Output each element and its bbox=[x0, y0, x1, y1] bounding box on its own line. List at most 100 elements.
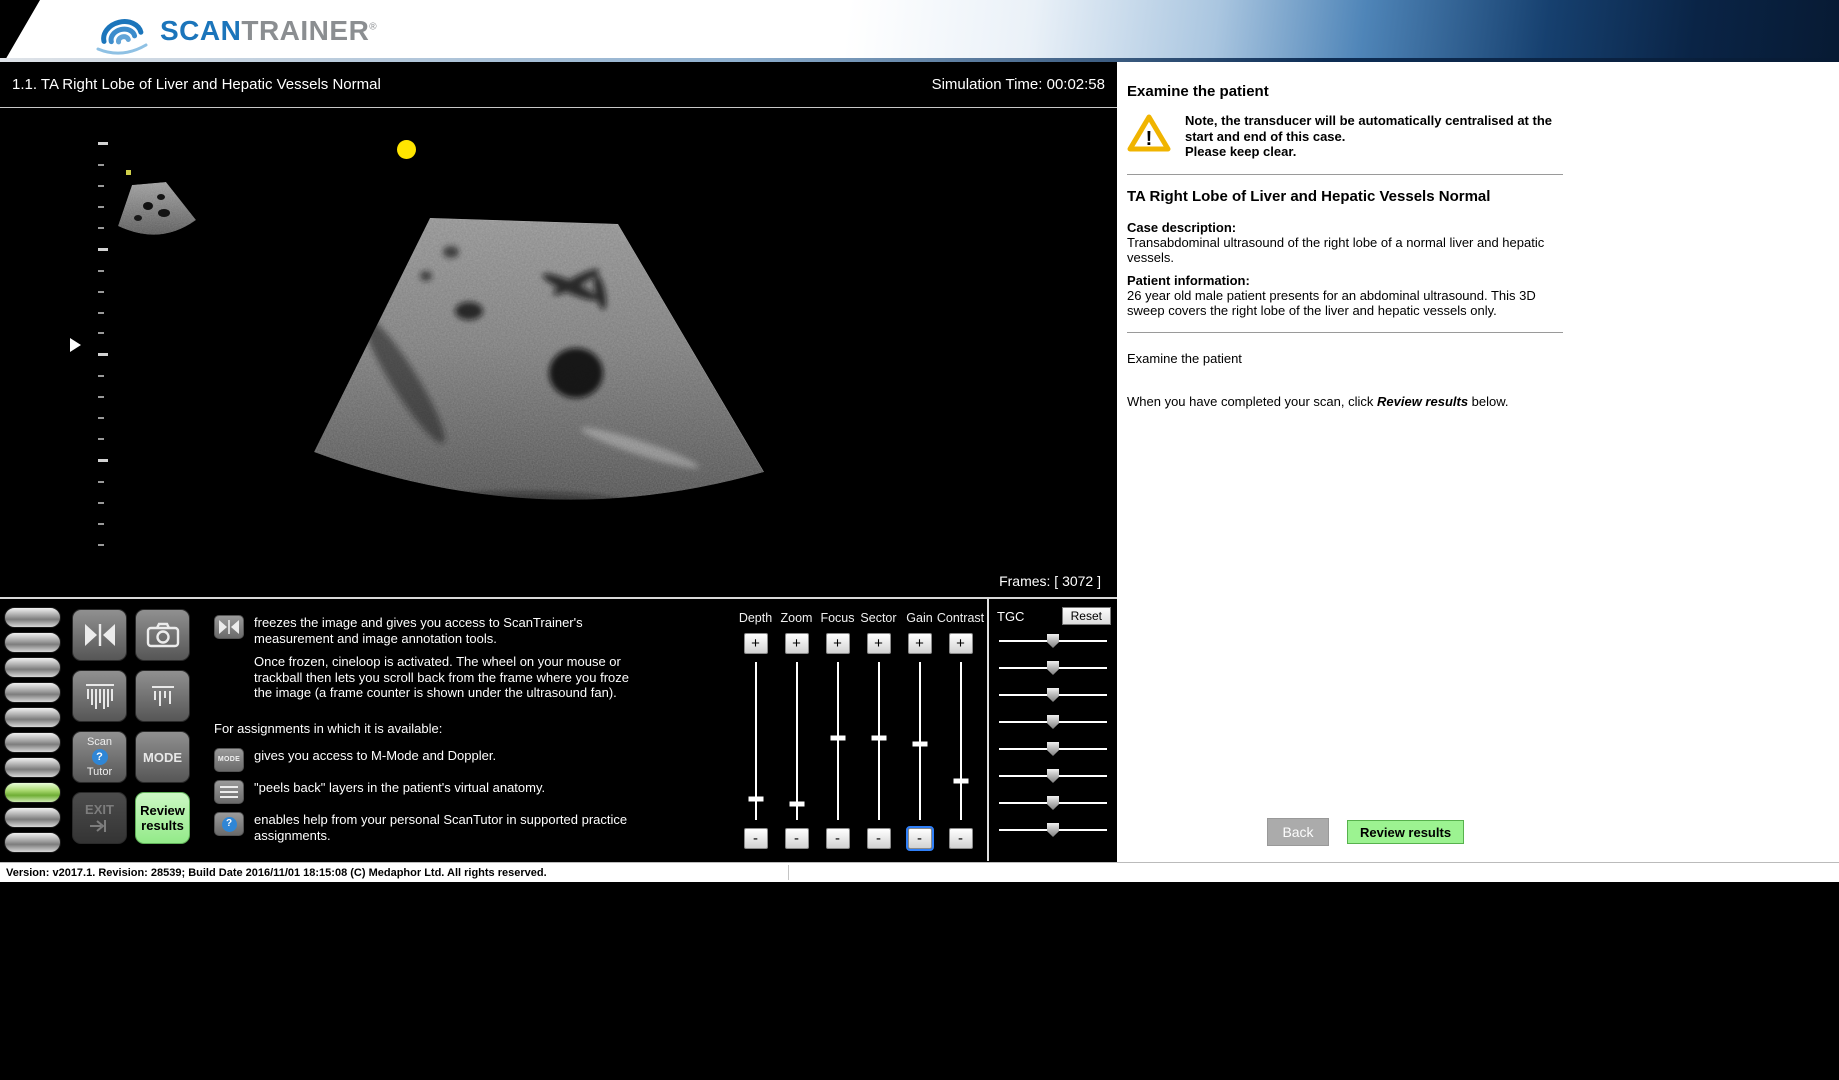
case-titlebar: 1.1. TA Right Lobe of Liver and Hepatic … bbox=[0, 62, 1117, 108]
ruler-tick bbox=[98, 142, 108, 145]
pill-slider[interactable] bbox=[4, 832, 61, 853]
ultrasound-viewport[interactable]: Frames: [ 3072 ] bbox=[0, 108, 1117, 597]
pill-slider[interactable] bbox=[4, 657, 61, 678]
status-bar: Version: v2017.1. Revision: 28539; Build… bbox=[0, 862, 1839, 882]
slider-label: Gain bbox=[906, 611, 932, 627]
layers-trace-button[interactable] bbox=[135, 670, 190, 722]
ruler-tick bbox=[98, 396, 104, 398]
slider-track[interactable] bbox=[871, 662, 886, 820]
freeze-button[interactable] bbox=[72, 609, 127, 661]
tgc-track[interactable] bbox=[999, 829, 1107, 831]
ultrasound-image[interactable] bbox=[308, 210, 770, 542]
tgc-rows bbox=[997, 627, 1111, 843]
tgc-reset-button[interactable]: Reset bbox=[1062, 607, 1111, 625]
exit-button[interactable]: EXIT bbox=[72, 792, 127, 844]
slider-thumb[interactable] bbox=[789, 802, 804, 807]
tutor-help-text: enables help from your personal ScanTuto… bbox=[254, 812, 629, 843]
tgc-thumb[interactable] bbox=[1047, 715, 1059, 729]
pill-slider[interactable] bbox=[4, 732, 61, 753]
pill-slider[interactable] bbox=[4, 707, 61, 728]
statusbar-divider bbox=[788, 865, 789, 880]
slider-thumb[interactable] bbox=[748, 797, 763, 802]
tgc-thumb[interactable] bbox=[1047, 634, 1059, 648]
svg-text:!: ! bbox=[1146, 128, 1153, 150]
mode-icon-label: MODE bbox=[218, 752, 240, 768]
slider-plus-button[interactable]: + bbox=[908, 633, 932, 654]
ruler-tick bbox=[98, 185, 104, 187]
header-corner bbox=[0, 0, 40, 62]
review-results-sidebar-button[interactable]: Review results bbox=[1347, 820, 1464, 844]
tgc-track[interactable] bbox=[999, 721, 1107, 723]
probe-indicator-dot[interactable] bbox=[397, 140, 416, 159]
slider-minus-button[interactable]: - bbox=[867, 828, 891, 849]
slider-track[interactable] bbox=[830, 662, 845, 820]
mode-button[interactable]: MODE bbox=[135, 731, 190, 783]
tgc-track[interactable] bbox=[999, 667, 1107, 669]
ruler-tick bbox=[98, 332, 104, 334]
case-title: 1.1. TA Right Lobe of Liver and Hepatic … bbox=[12, 76, 381, 93]
frames-counter: Frames: [ 3072 ] bbox=[999, 573, 1101, 589]
slider-plus-button[interactable]: + bbox=[867, 633, 891, 654]
ruler-tick bbox=[98, 481, 104, 483]
scantutor-icon: ? bbox=[214, 812, 244, 836]
review-results-button[interactable]: Review results bbox=[135, 792, 190, 844]
pill-slider[interactable] bbox=[4, 632, 61, 653]
slider-minus-button[interactable]: - bbox=[949, 828, 973, 849]
complete-emphasis: Review results bbox=[1377, 394, 1468, 409]
slider-minus-button[interactable]: - bbox=[785, 828, 809, 849]
slider-plus-button[interactable]: + bbox=[949, 633, 973, 654]
pill-slider[interactable] bbox=[4, 807, 61, 828]
tgc-thumb[interactable] bbox=[1047, 796, 1059, 810]
spectral-trace-button[interactable] bbox=[72, 670, 127, 722]
case-description-text: Transabdominal ultrasound of the right l… bbox=[1127, 235, 1547, 265]
slider-minus-button[interactable]: - bbox=[826, 828, 850, 849]
slider-track[interactable] bbox=[953, 662, 968, 820]
slider-track[interactable] bbox=[789, 662, 804, 820]
slider-thumb[interactable] bbox=[912, 742, 927, 747]
pill-stack bbox=[0, 599, 66, 861]
review-results-label: Review results bbox=[137, 803, 189, 833]
slider-plus-button[interactable]: + bbox=[826, 633, 850, 654]
ruler-tick bbox=[98, 312, 104, 314]
slider-minus-button[interactable]: - bbox=[908, 828, 932, 849]
tgc-track[interactable] bbox=[999, 775, 1107, 777]
tgc-track[interactable] bbox=[999, 748, 1107, 750]
pill-slider[interactable] bbox=[4, 782, 61, 803]
tgc-track[interactable] bbox=[999, 694, 1107, 696]
slider-plus-button[interactable]: + bbox=[744, 633, 768, 654]
scantrainer-logo: SCANTRAINER® bbox=[92, 7, 377, 55]
pill-slider[interactable] bbox=[4, 682, 61, 703]
ruler-tick bbox=[98, 206, 104, 208]
layers-help-text: "peels back" layers in the patient's vir… bbox=[254, 780, 629, 796]
tgc-thumb[interactable] bbox=[1047, 823, 1059, 837]
slider-minus-button[interactable]: - bbox=[744, 828, 768, 849]
tgc-thumb[interactable] bbox=[1047, 688, 1059, 702]
pill-slider[interactable] bbox=[4, 757, 61, 778]
layers-icon bbox=[214, 780, 244, 804]
tgc-track[interactable] bbox=[999, 640, 1107, 642]
pill-slider[interactable] bbox=[4, 607, 61, 628]
back-button[interactable]: Back bbox=[1267, 818, 1329, 846]
tgc-thumb[interactable] bbox=[1047, 769, 1059, 783]
scan-tutor-button[interactable]: Scan ? Tutor bbox=[72, 731, 127, 783]
case-heading: TA Right Lobe of Liver and Hepatic Vesse… bbox=[1127, 189, 1839, 204]
tgc-thumb[interactable] bbox=[1047, 742, 1059, 756]
slider-thumb[interactable] bbox=[871, 735, 886, 740]
slider-label: Depth bbox=[739, 611, 772, 627]
slider-track[interactable] bbox=[912, 662, 927, 820]
ruler-tick bbox=[98, 291, 104, 293]
slider-track[interactable] bbox=[748, 662, 763, 820]
tgc-thumb[interactable] bbox=[1047, 661, 1059, 675]
snapshot-button[interactable] bbox=[135, 609, 190, 661]
slider-label: Sector bbox=[860, 611, 896, 627]
tgc-track[interactable] bbox=[999, 802, 1107, 804]
slider-thumb[interactable] bbox=[830, 735, 845, 740]
slider-plus-button[interactable]: + bbox=[785, 633, 809, 654]
ruler-tick bbox=[98, 227, 104, 229]
slider-label: Contrast bbox=[937, 611, 984, 627]
cineloop-help-text: Once frozen, cineloop is activated. The … bbox=[254, 654, 644, 701]
sidebar-divider-2 bbox=[1127, 332, 1563, 333]
patient-info-text: 26 year old male patient presents for an… bbox=[1127, 288, 1547, 318]
slider-thumb[interactable] bbox=[953, 778, 968, 783]
mode-help-text: gives you access to M-Mode and Doppler. bbox=[254, 748, 629, 764]
